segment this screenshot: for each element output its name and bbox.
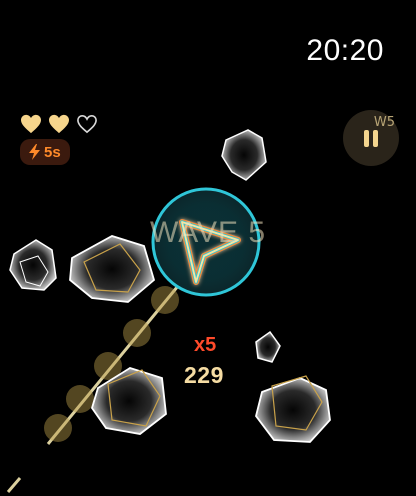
trail-dot	[123, 319, 151, 347]
trail-dot	[66, 385, 94, 413]
asteroid[interactable]	[255, 330, 281, 363]
boost-timer-badge: 5s	[20, 139, 70, 165]
wave-badge: W5	[373, 115, 395, 130]
heart-icon	[49, 114, 69, 134]
heart-icon	[21, 114, 41, 134]
lives-indicator	[20, 114, 98, 134]
status-clock: 20:20	[306, 34, 384, 67]
asteroid[interactable]	[9, 239, 57, 291]
asteroid[interactable]	[69, 235, 156, 303]
heart-empty-icon	[77, 114, 97, 134]
asteroid[interactable]	[255, 375, 331, 443]
asteroid[interactable]	[221, 129, 267, 181]
pause-button[interactable]: W5	[343, 110, 399, 166]
laser-beam-tail	[6, 477, 22, 493]
trail-dot	[44, 414, 72, 442]
wave-banner: WAVE 5	[150, 216, 267, 249]
combo-multiplier: x5	[194, 334, 217, 356]
trail-dot	[151, 286, 179, 314]
boost-timer-label: 5s	[44, 143, 61, 161]
score-counter: 229	[184, 362, 224, 388]
lightning-bolt-icon	[29, 144, 40, 160]
